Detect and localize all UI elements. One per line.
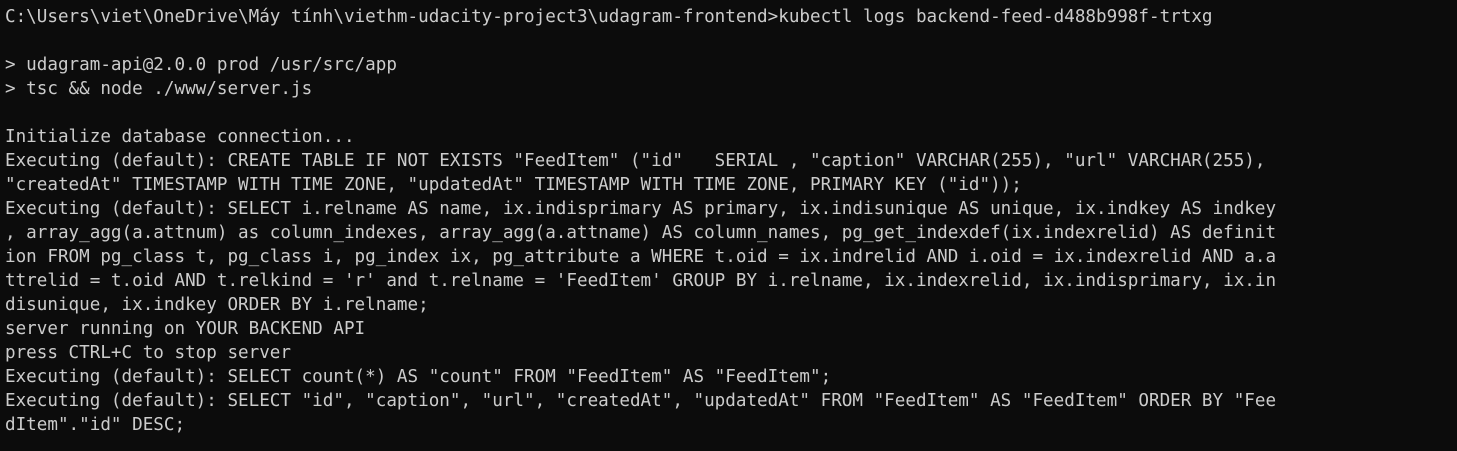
terminal-window[interactable]: C:\Users\viet\OneDrive\Máy tính\viethm-u… [0, 0, 1457, 451]
output-line-blank [5, 101, 1457, 125]
output-line: Executing (default): CREATE TABLE IF NOT… [5, 151, 1266, 171]
prompt-command-line: C:\Users\viet\OneDrive\Máy tính\viethm-u… [5, 7, 1213, 27]
output-line: dItem"."id" DESC; [5, 415, 186, 435]
output-line: > udagram-api@2.0.0 prod /usr/src/app [5, 55, 397, 75]
output-line: "createdAt" TIMESTAMP WITH TIME ZONE, "u… [5, 175, 1022, 195]
output-line: press CTRL+C to stop server [5, 343, 291, 363]
output-line: Executing (default): SELECT count(*) AS … [5, 367, 832, 387]
output-line: Initialize database connection... [5, 127, 355, 147]
output-line-blank [5, 29, 1457, 53]
output-line: server running on YOUR BACKEND API [5, 319, 366, 339]
output-line: , array_agg(a.attnum) as column_indexes,… [5, 223, 1277, 243]
output-line: Executing (default): SELECT "id", "capti… [5, 391, 1277, 411]
output-line: disunique, ix.indkey ORDER BY i.relname; [5, 295, 429, 315]
output-line: > tsc && node ./www/server.js [5, 79, 313, 99]
output-line: ion FROM pg_class t, pg_class i, pg_inde… [5, 247, 1277, 267]
output-line: Executing (default): SELECT i.relname AS… [5, 199, 1277, 219]
output-line: ttrelid = t.oid AND t.relkind = 'r' and … [5, 271, 1277, 291]
